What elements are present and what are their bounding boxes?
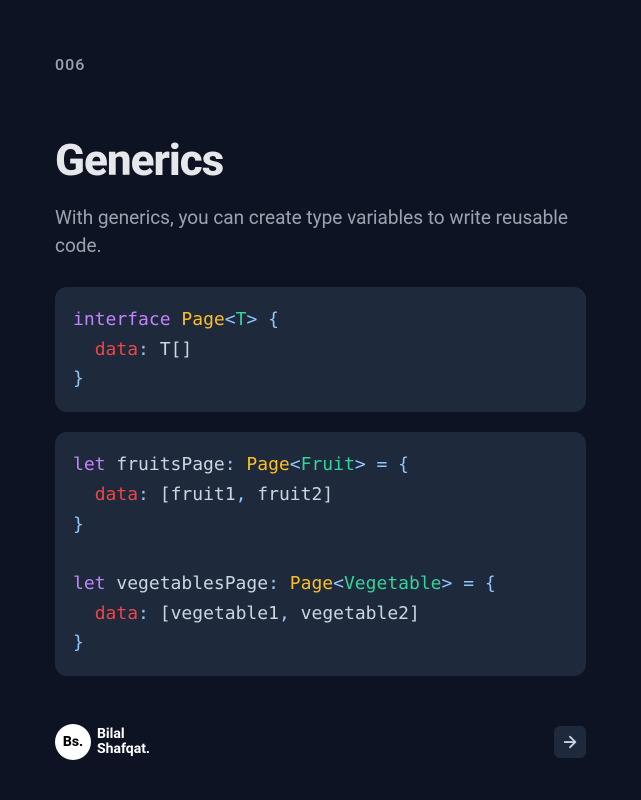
equals-brace: = { [366, 454, 409, 475]
indent [73, 484, 95, 505]
property: data [95, 603, 138, 624]
type-name: Page [181, 309, 224, 330]
author-last: Shafqat. [97, 742, 150, 757]
angle-open: < [290, 454, 301, 475]
footer: Bs. Bilal Shafqat. [55, 724, 586, 760]
author-first: Bilal [97, 727, 150, 742]
bracket-close: ] [322, 484, 333, 505]
keyword: interface [73, 309, 171, 330]
keyword: let [73, 454, 106, 475]
angle-open: < [333, 573, 344, 594]
brace-close: } [73, 514, 84, 535]
property: data [95, 339, 138, 360]
angle-open: < [225, 309, 236, 330]
identifier: fruit2 [257, 484, 322, 505]
indent [73, 339, 95, 360]
keyword: let [73, 573, 106, 594]
identifier: fruitsPage [106, 454, 225, 475]
type-name: Page [290, 573, 333, 594]
brace-close: } [73, 368, 84, 389]
page-subtitle: With generics, you can create type varia… [55, 204, 586, 259]
colon: : [225, 454, 247, 475]
logo-badge: Bs. [55, 724, 91, 760]
code-block-interface: interface Page<T> { data: T[] } [55, 287, 586, 412]
author-name: Bilal Shafqat. [97, 727, 150, 758]
angle-close: > [355, 454, 366, 475]
colon: : [268, 573, 290, 594]
array-brackets: [] [171, 339, 193, 360]
indent [73, 603, 95, 624]
colon: : [138, 339, 160, 360]
generic-arg: Fruit [301, 454, 355, 475]
next-button[interactable] [554, 726, 586, 758]
brace-open: { [257, 309, 279, 330]
property: data [95, 484, 138, 505]
arrow-right-icon [561, 733, 579, 751]
comma: , [236, 484, 258, 505]
code-block-usage: let fruitsPage: Page<Fruit> = { data: [f… [55, 432, 586, 676]
brace-close: } [73, 632, 84, 653]
generic-param: T [236, 309, 247, 330]
comma: , [279, 603, 301, 624]
bracket-open: [ [160, 603, 171, 624]
identifier: vegetable2 [301, 603, 409, 624]
page-number: 006 [55, 55, 586, 74]
colon: : [138, 484, 160, 505]
page-title: Generics [55, 134, 586, 186]
type-ref: T [160, 339, 171, 360]
type-name: Page [246, 454, 289, 475]
author-logo: Bs. Bilal Shafqat. [55, 724, 150, 760]
identifier: fruit1 [171, 484, 236, 505]
bracket-open: [ [160, 484, 171, 505]
equals-brace: = { [452, 573, 495, 594]
angle-close: > [246, 309, 257, 330]
identifier: vegetablesPage [106, 573, 269, 594]
identifier: vegetable1 [171, 603, 279, 624]
colon: : [138, 603, 160, 624]
bracket-close: ] [409, 603, 420, 624]
generic-arg: Vegetable [344, 573, 442, 594]
angle-close: > [442, 573, 453, 594]
